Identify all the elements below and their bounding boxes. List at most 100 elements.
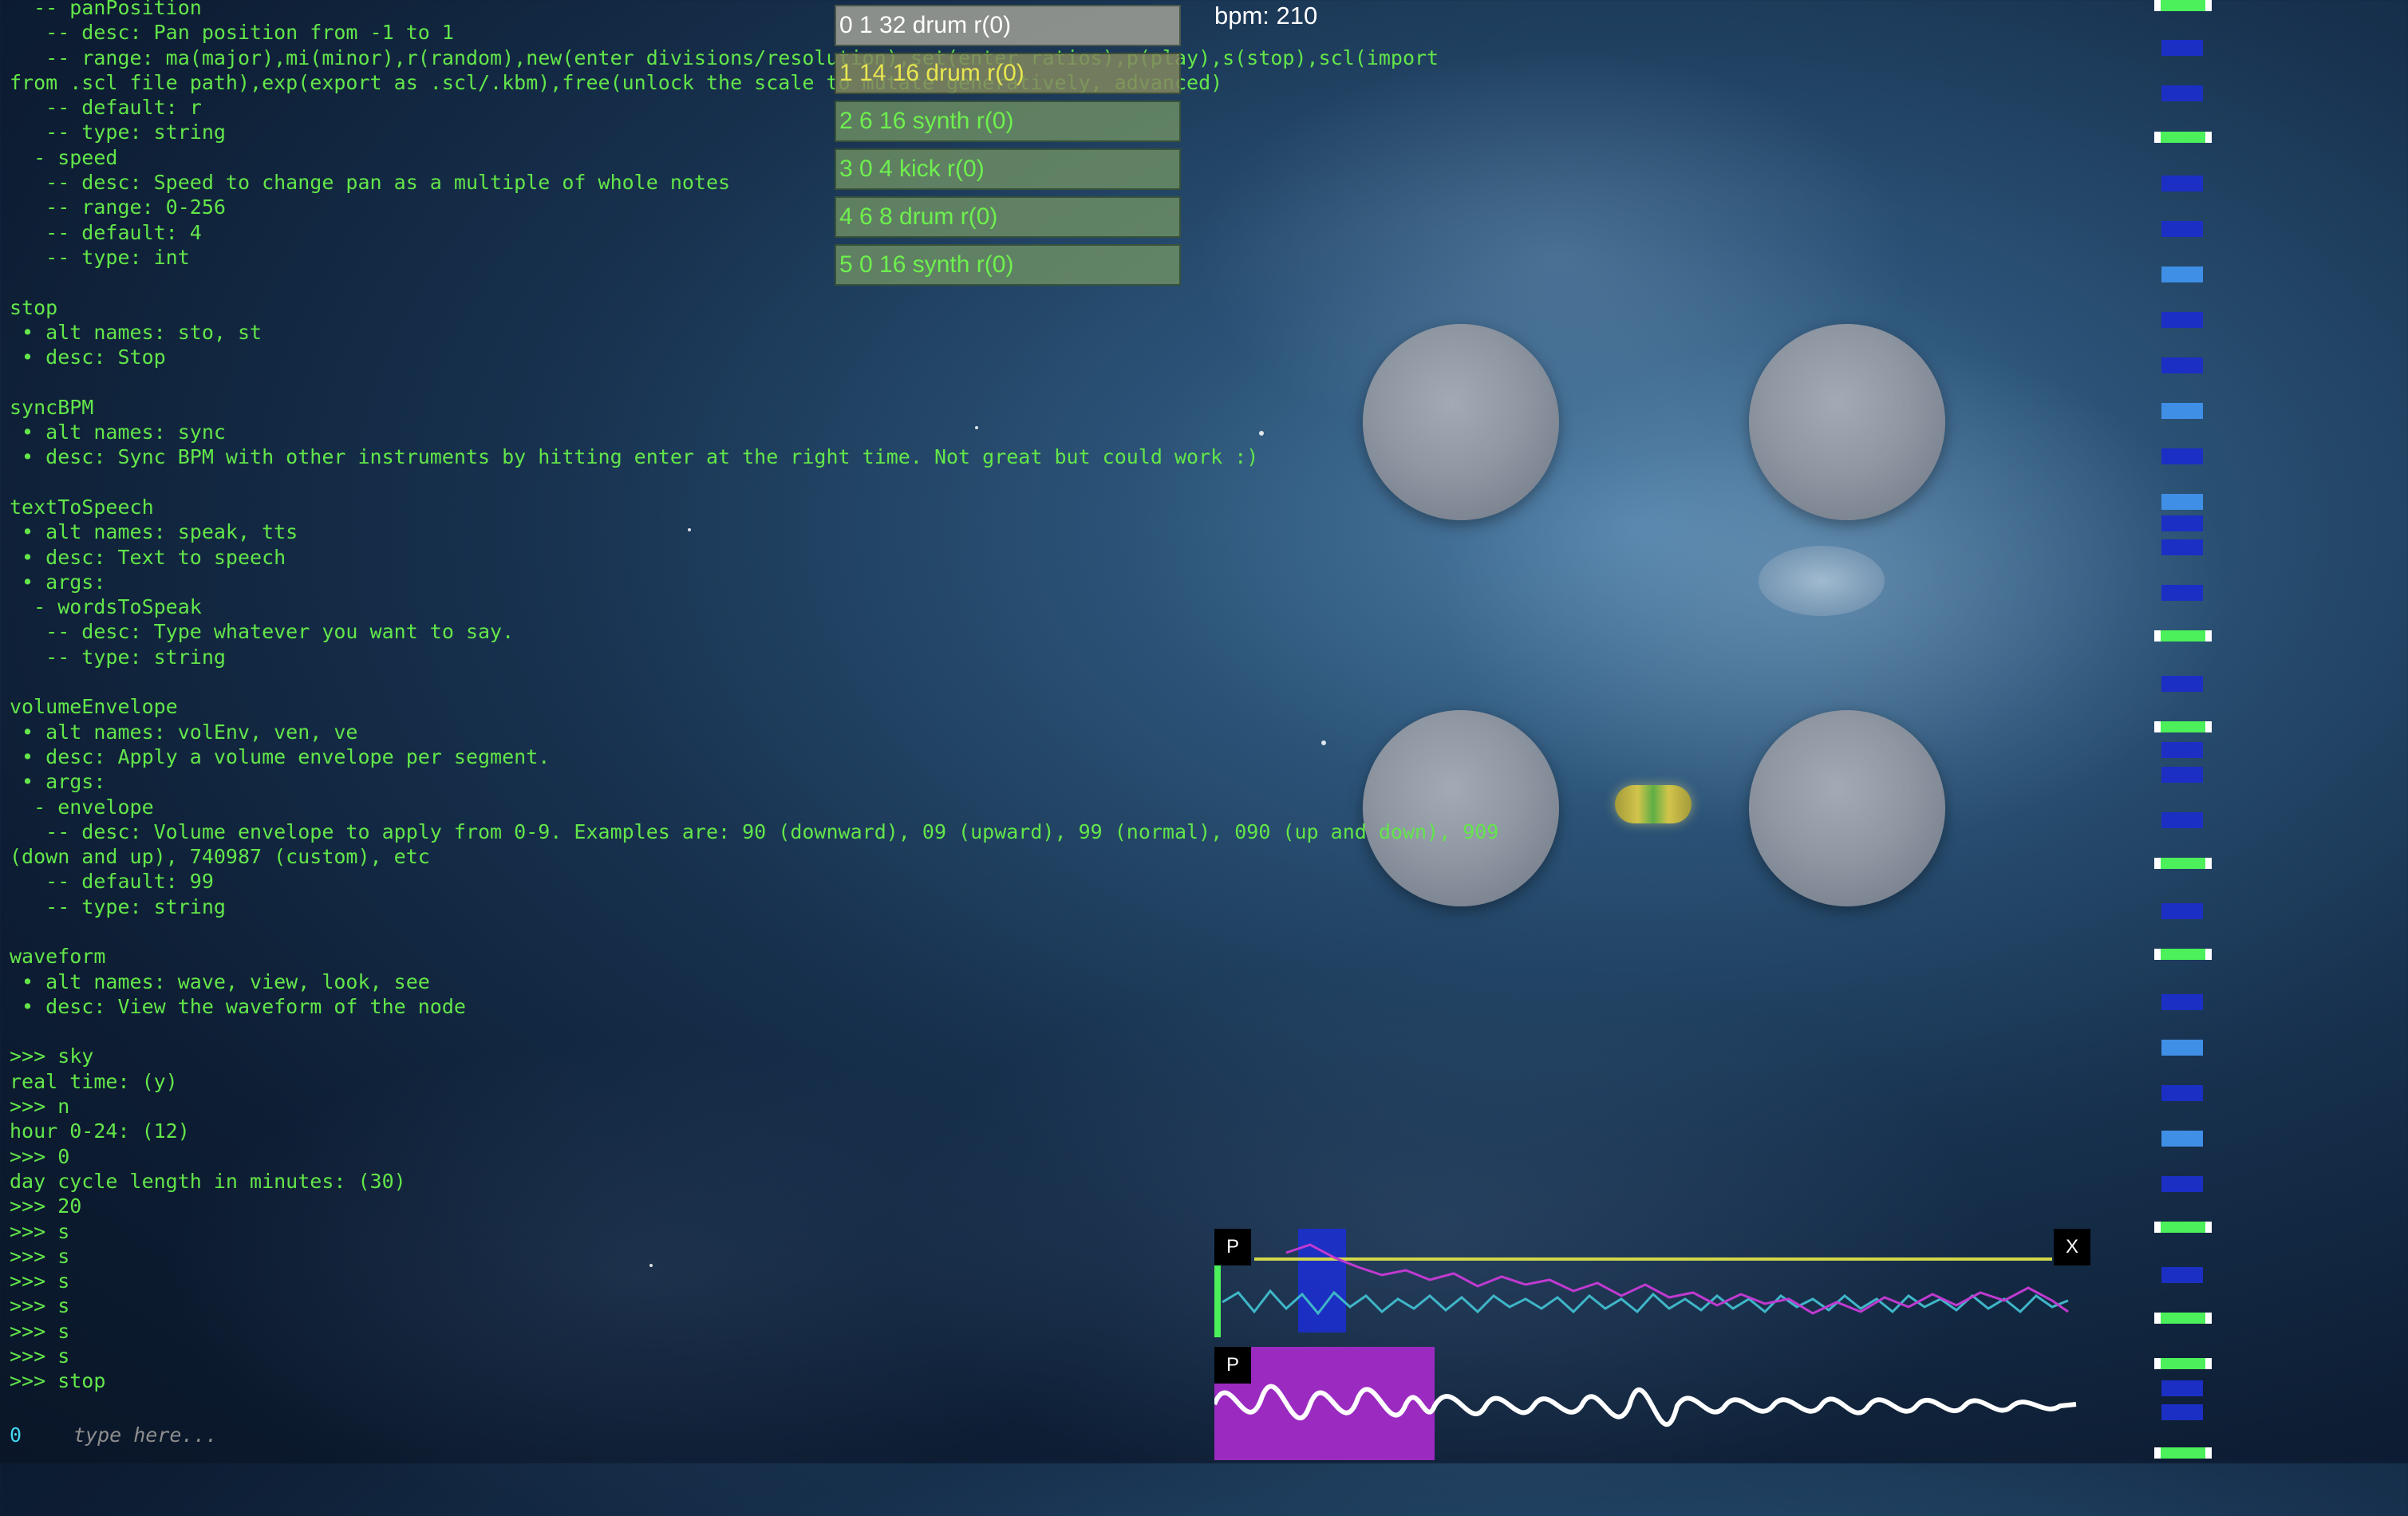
terminal-line: -- range: ma(major),mi(minor),r(random),… bbox=[10, 45, 1439, 69]
step-marker[interactable] bbox=[2161, 812, 2203, 828]
track-item[interactable]: 0 1 32 drum r(0) bbox=[835, 5, 1181, 46]
terminal-line: hour 0-24: (12) bbox=[10, 1119, 190, 1143]
track-item[interactable]: 5 0 16 synth r(0) bbox=[835, 244, 1181, 286]
terminal-line: -- desc: Pan position from -1 to 1 bbox=[10, 21, 454, 45]
terminal-line: • alt names: sync bbox=[10, 420, 226, 444]
step-marker[interactable] bbox=[2161, 312, 2203, 328]
step-marker[interactable] bbox=[2161, 903, 2203, 919]
terminal-line: -- desc: Volume envelope to apply from 0… bbox=[10, 819, 1499, 843]
sequence-sidebar bbox=[2154, 0, 2218, 1463]
terminal-output: -- panPosition -- desc: Pan position fro… bbox=[10, 0, 1637, 1400]
terminal-line: • desc: Stop bbox=[10, 345, 166, 369]
terminal-line: • alt names: speak, tts bbox=[10, 520, 298, 544]
terminal-line: • desc: View the waveform of the node bbox=[10, 994, 466, 1018]
terminal-line: -- default: 4 bbox=[10, 220, 202, 244]
step-marker[interactable] bbox=[2161, 1040, 2203, 1056]
play-button[interactable]: P bbox=[1214, 1229, 1251, 1265]
terminal-line: -- default: 99 bbox=[10, 870, 214, 894]
step-marker[interactable] bbox=[2161, 1131, 2203, 1147]
step-marker[interactable] bbox=[2161, 494, 2203, 510]
bpm-display: bpm: 210 bbox=[1214, 2, 1318, 30]
step-marker-active[interactable] bbox=[2154, 132, 2212, 143]
moon bbox=[1759, 546, 1885, 616]
terminal-line: • desc: Apply a volume envelope per segm… bbox=[10, 744, 551, 768]
waveform-left-channel bbox=[1222, 1289, 2069, 1316]
track-item[interactable]: 4 6 8 drum r(0) bbox=[835, 196, 1181, 238]
sphere-bottom-right bbox=[1749, 710, 1945, 906]
terminal-line: volumeEnvelope bbox=[10, 695, 178, 719]
terminal-line: -- type: string bbox=[10, 120, 226, 144]
terminal-line: real time: (y) bbox=[10, 1069, 178, 1093]
play-button-lower[interactable]: P bbox=[1214, 1347, 1251, 1384]
step-marker[interactable] bbox=[2161, 176, 2203, 191]
step-marker-active[interactable] bbox=[2154, 721, 2212, 732]
step-marker[interactable] bbox=[2161, 994, 2203, 1010]
step-marker[interactable] bbox=[2161, 742, 2203, 758]
terminal-line: syncBPM bbox=[10, 395, 94, 419]
terminal-line: >>> 0 bbox=[10, 1144, 70, 1168]
sphere-top-right bbox=[1749, 324, 1945, 520]
command-input[interactable] bbox=[73, 1423, 632, 1447]
waveform-selection[interactable] bbox=[1298, 1229, 1346, 1332]
step-marker[interactable] bbox=[2161, 1267, 2203, 1283]
step-marker-active[interactable] bbox=[2154, 0, 2212, 11]
track-item[interactable]: 3 0 4 kick r(0) bbox=[835, 148, 1181, 190]
terminal-line: from .scl file path),exp(export as .scl/… bbox=[10, 70, 1223, 94]
step-marker-active[interactable] bbox=[2154, 949, 2212, 960]
waveform-playhead[interactable] bbox=[1214, 1265, 1221, 1337]
terminal-line: • alt names: sto, st bbox=[10, 320, 263, 344]
step-marker[interactable] bbox=[2161, 676, 2203, 692]
step-marker[interactable] bbox=[2161, 357, 2203, 373]
terminal-line: • desc: Text to speech bbox=[10, 545, 286, 569]
step-marker-active[interactable] bbox=[2154, 630, 2212, 642]
track-list: 0 1 32 drum r(0) 1 14 16 drum r(0) 2 6 1… bbox=[835, 5, 1181, 292]
close-button[interactable]: X bbox=[2054, 1229, 2090, 1265]
step-marker[interactable] bbox=[2161, 85, 2203, 101]
step-marker-active[interactable] bbox=[2154, 1222, 2212, 1233]
step-marker-active[interactable] bbox=[2154, 858, 2212, 869]
terminal-line: waveform bbox=[10, 945, 106, 969]
terminal-line: >>> 20 bbox=[10, 1194, 82, 1218]
waveform-graphic bbox=[1214, 1229, 2077, 1460]
terminal-line: • desc: Sync BPM with other instruments … bbox=[10, 445, 1259, 469]
terminal-line: textToSpeech bbox=[10, 495, 154, 519]
terminal-line: -- range: 0-256 bbox=[10, 195, 226, 219]
terminal-line: -- desc: Speed to change pan as a multip… bbox=[10, 171, 731, 195]
step-marker[interactable] bbox=[2161, 221, 2203, 237]
terminal-line: • alt names: wave, view, look, see bbox=[10, 969, 430, 993]
step-marker[interactable] bbox=[2161, 1404, 2203, 1420]
step-marker[interactable] bbox=[2161, 1085, 2203, 1101]
input-line-count: 0 bbox=[10, 1423, 22, 1447]
terminal-line: -- type: int bbox=[10, 245, 190, 269]
track-item[interactable]: 1 14 16 drum r(0) bbox=[835, 53, 1181, 94]
step-marker[interactable] bbox=[2161, 448, 2203, 464]
terminal-line: stop bbox=[10, 295, 58, 319]
terminal-line: - wordsToSpeak bbox=[10, 595, 202, 619]
terminal-line: -- desc: Type whatever you want to say. bbox=[10, 620, 515, 644]
step-marker[interactable] bbox=[2161, 403, 2203, 419]
step-marker[interactable] bbox=[2161, 40, 2203, 56]
step-marker[interactable] bbox=[2161, 1176, 2203, 1192]
terminal-line: - speed bbox=[10, 145, 118, 169]
step-marker-active[interactable] bbox=[2154, 1447, 2212, 1459]
terminal-line: >>> n bbox=[10, 1095, 70, 1119]
terminal-line: - envelope bbox=[10, 795, 154, 819]
step-marker[interactable] bbox=[2161, 515, 2203, 531]
terminal-line: -- type: string bbox=[10, 894, 226, 918]
terminal-line: -- panPosition bbox=[10, 0, 202, 19]
step-marker-active[interactable] bbox=[2154, 1313, 2212, 1324]
step-marker[interactable] bbox=[2161, 539, 2203, 555]
step-marker[interactable] bbox=[2161, 767, 2203, 783]
step-marker-active[interactable] bbox=[2154, 1358, 2212, 1369]
track-item[interactable]: 2 6 16 synth r(0) bbox=[835, 101, 1181, 142]
step-marker[interactable] bbox=[2161, 585, 2203, 601]
command-input-row: 0 bbox=[10, 1420, 632, 1449]
step-marker[interactable] bbox=[2161, 266, 2203, 282]
step-marker[interactable] bbox=[2161, 1380, 2203, 1396]
terminal-line: • args: bbox=[10, 770, 106, 794]
